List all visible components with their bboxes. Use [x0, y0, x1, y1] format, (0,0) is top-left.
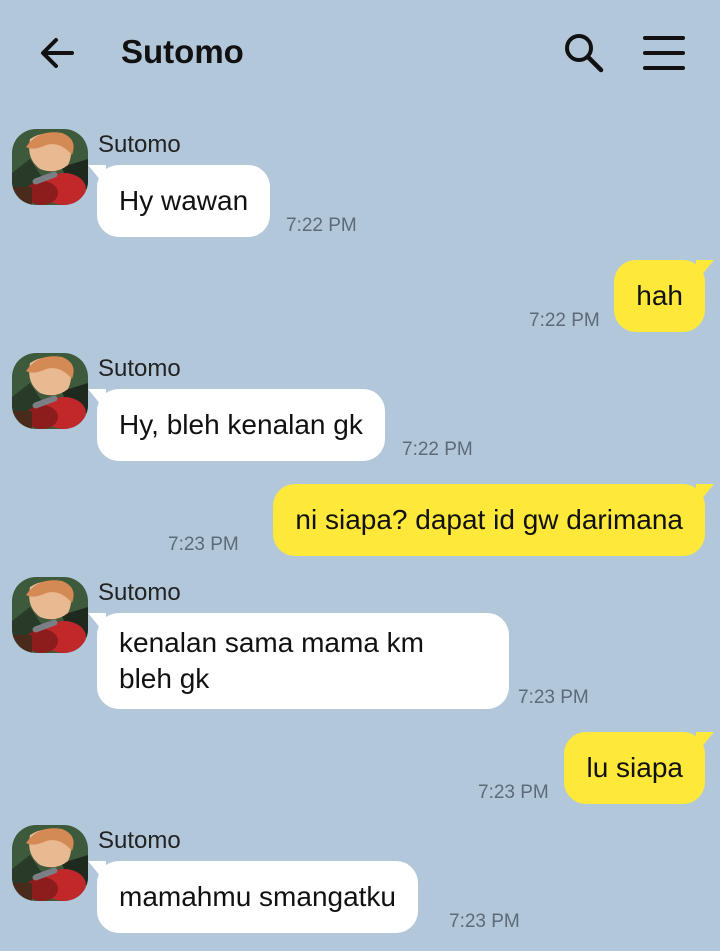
message-timestamp: 7:22 PM	[529, 310, 600, 331]
message-text: lu siapa	[586, 752, 683, 783]
hamburger-menu-icon	[643, 36, 685, 70]
menu-button[interactable]	[642, 33, 686, 73]
avatar[interactable]	[12, 825, 88, 901]
sender-name: Sutomo	[98, 579, 181, 606]
message-bubble-outgoing[interactable]: lu siapa	[564, 732, 714, 804]
message-timestamp: 7:22 PM	[402, 439, 473, 460]
message-text: hah	[636, 280, 683, 311]
message-timestamp: 7:23 PM	[449, 911, 520, 932]
message-text: Hy, bleh kenalan gk	[119, 409, 363, 440]
message-bubble-incoming[interactable]: Hy wawan	[87, 165, 271, 237]
message-timestamp: 7:23 PM	[518, 687, 589, 708]
message-timestamp: 7:22 PM	[286, 215, 357, 236]
avatar-image	[12, 825, 88, 901]
message-bubble-incoming[interactable]: Hy, bleh kenalan gk	[88, 389, 385, 461]
arrow-left-icon	[41, 38, 74, 68]
avatar-image	[12, 577, 88, 653]
message-bubble-outgoing[interactable]: ni siapa? dapat id gw darimana	[273, 484, 714, 556]
message-text: mamahmu smangatku	[119, 881, 397, 912]
message-text-line: kenalan sama mama km	[119, 627, 425, 658]
search-icon	[565, 34, 604, 73]
message-bubble-incoming[interactable]: mamahmu smangatku	[87, 861, 419, 933]
message-timestamp: 7:23 PM	[478, 782, 549, 803]
avatar-image	[12, 129, 88, 205]
sender-name: Sutomo	[98, 827, 181, 854]
back-button[interactable]	[36, 32, 78, 74]
sender-name: Sutomo	[98, 131, 181, 158]
avatar[interactable]	[12, 577, 88, 653]
search-button[interactable]	[562, 31, 606, 75]
sender-name: Sutomo	[98, 355, 181, 382]
message-timestamp: 7:23 PM	[168, 534, 239, 555]
message-bubble-incoming[interactable]: kenalan sama mama km bleh gk	[88, 613, 509, 709]
message-text: ni siapa? dapat id gw darimana	[295, 504, 683, 535]
avatar-image	[12, 353, 88, 429]
chat-title: Sutomo	[121, 33, 244, 70]
avatar[interactable]	[12, 129, 88, 205]
avatar[interactable]	[12, 353, 88, 429]
message-bubble-outgoing[interactable]: hah	[614, 260, 714, 332]
message-text-line: bleh gk	[119, 663, 210, 694]
message-text: Hy wawan	[119, 185, 249, 216]
chat-header: Sutomo	[0, 0, 720, 105]
